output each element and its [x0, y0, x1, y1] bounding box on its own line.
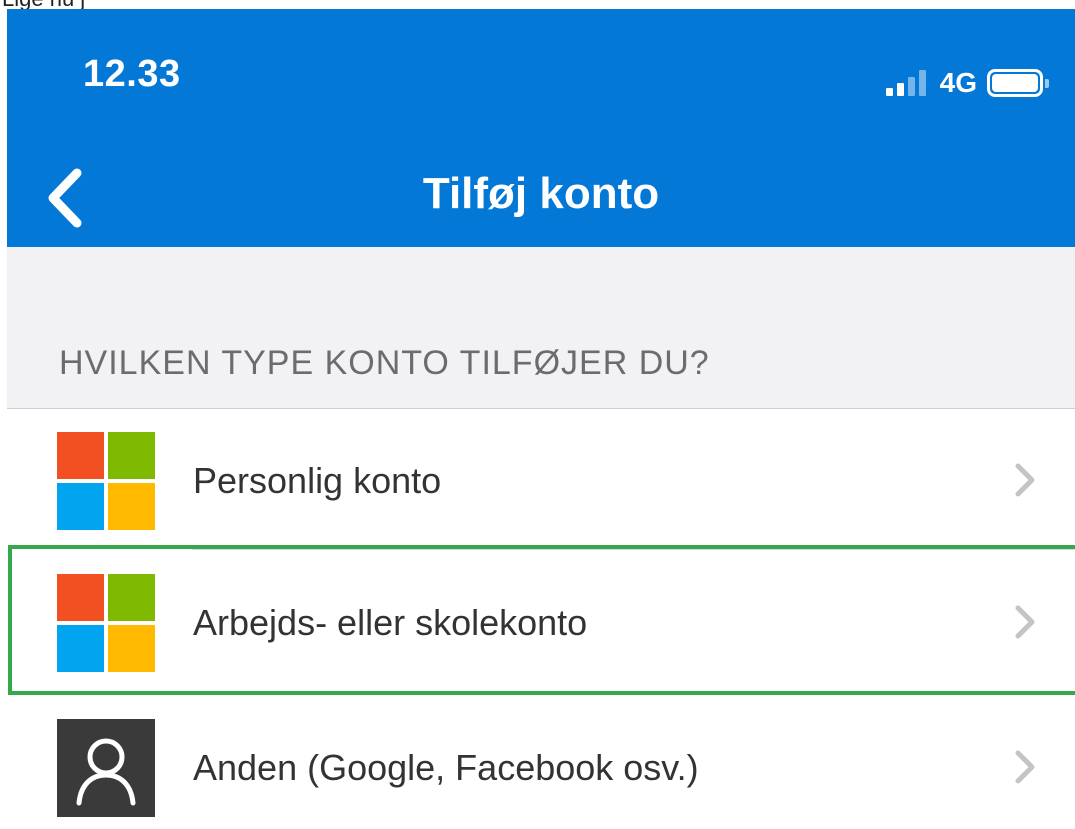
account-option-personal[interactable]: Personlig konto [7, 410, 1075, 550]
microsoft-logo-icon [57, 432, 155, 530]
signal-strength-icon [885, 70, 930, 96]
section-label: HVILKEN TYPE KONTO TILFØJER DU? [59, 344, 710, 382]
app-header: 12.33 4G Tilføj konto [7, 9, 1075, 247]
account-option-label: Arbejds- eller skolekonto [193, 602, 588, 643]
status-time: 12.33 [83, 53, 181, 95]
status-indicators: 4G [885, 63, 1049, 103]
microsoft-logo-icon [57, 574, 155, 672]
account-option-label: Anden (Google, Facebook osv.) [193, 747, 699, 788]
chevron-right-icon [1015, 463, 1035, 497]
section-header: HVILKEN TYPE KONTO TILFØJER DU? [7, 247, 1075, 409]
chevron-right-icon [1015, 750, 1035, 784]
top-cropped-text: Lige nu j [0, 0, 1075, 9]
cropped-caption: Lige nu j [2, 0, 85, 9]
network-type: 4G [939, 67, 977, 98]
account-option-work-school[interactable]: Arbejds- eller skolekonto [7, 552, 1075, 692]
account-option-other[interactable]: Anden (Google, Facebook osv.) [7, 697, 1075, 829]
account-option-label: Personlig konto [193, 460, 442, 501]
chevron-right-icon [1015, 605, 1035, 639]
page-title: Tilføj konto [422, 169, 660, 218]
battery-icon [987, 69, 1049, 97]
row-divider [192, 549, 1075, 550]
person-icon [57, 719, 155, 817]
